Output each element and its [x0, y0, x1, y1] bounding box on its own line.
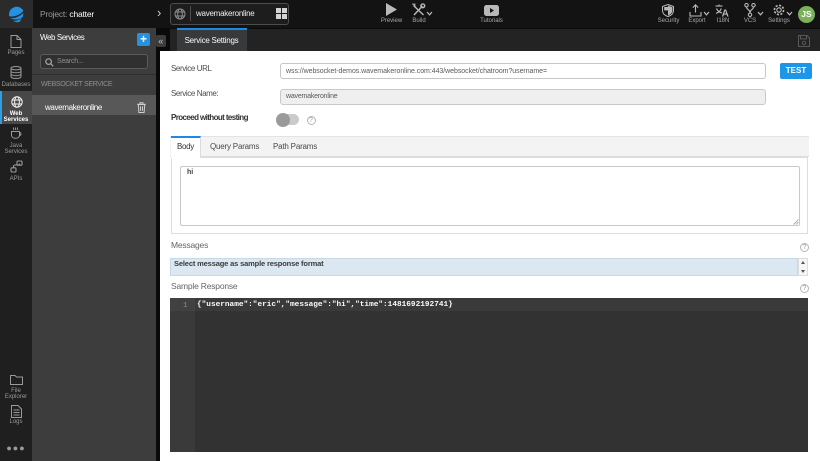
svg-text:A: A: [722, 8, 729, 16]
